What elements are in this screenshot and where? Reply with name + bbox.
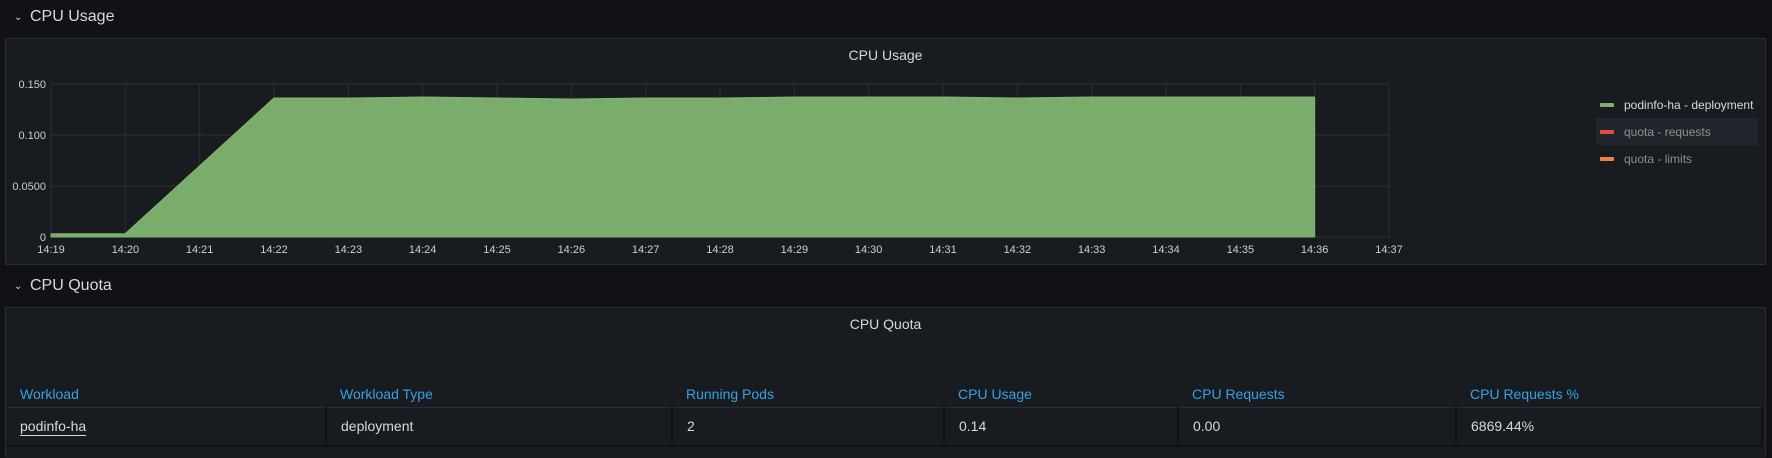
legend-label: quota - limits (1624, 151, 1693, 166)
x-tick-label: 14:19 (37, 244, 65, 256)
x-tick-label: 14:25 (483, 244, 511, 256)
legend-swatch (1600, 156, 1614, 161)
x-tick-label: 14:34 (1152, 244, 1180, 256)
cpu-quota-table: Workload Workload Type Running Pods CPU … (6, 382, 1763, 447)
cell-cpu-usage: 0.14 (944, 407, 1179, 447)
column-header-cpu-requests-pct[interactable]: CPU Requests % (1456, 382, 1762, 408)
legend-label: podinfo-ha - deployment (1624, 97, 1754, 112)
y-tick-label: 0.0500 (12, 181, 46, 193)
x-tick-label: 14:30 (855, 244, 883, 256)
x-tick-label: 14:37 (1375, 244, 1403, 256)
column-header-workload[interactable]: Workload (6, 382, 326, 408)
row-title-cpu-quota: CPU Quota (30, 277, 112, 294)
y-tick-label: 0 (40, 232, 46, 244)
cell-cpu-requests-pct: 6869.44% (1456, 407, 1763, 447)
row-title-cpu-usage: CPU Usage (30, 8, 115, 25)
cell-workload[interactable]: podinfo-ha (6, 407, 327, 447)
legend-item-quota-requests[interactable]: quota - requests (1596, 118, 1758, 145)
x-tick-label: 14:21 (186, 244, 214, 256)
table-row: podinfo-ha deployment 2 0.14 0.00 6869.4… (6, 407, 1763, 447)
x-tick-label: 14:36 (1301, 244, 1329, 256)
cpu-usage-panel: CPU Usage 14:19 14:20 14:21 14:22 14:23 14:24… (5, 38, 1766, 265)
chevron-down-icon: ⌄ (14, 280, 23, 292)
x-tick-label: 14:35 (1227, 244, 1255, 256)
x-tick-label: 14:33 (1078, 244, 1106, 256)
legend-item-quota-limits[interactable]: quota - limits (1596, 145, 1758, 172)
column-header-cpu-usage[interactable]: CPU Usage (944, 382, 1178, 408)
x-tick-label: 14:28 (706, 244, 734, 256)
workload-link[interactable]: podinfo-ha (20, 418, 86, 434)
x-tick-label: 14:29 (781, 244, 809, 256)
x-tick-label: 14:24 (409, 244, 437, 256)
panel-title[interactable]: CPU Quota (6, 316, 1765, 332)
row-toggle-cpu-quota[interactable]: ⌄ CPU Quota (14, 271, 112, 301)
x-tick-label: 14:23 (335, 244, 363, 256)
cpu-usage-chart[interactable]: 14:19 14:20 14:21 14:22 14:23 14:24 14:25 14:26… (6, 39, 1586, 266)
legend-swatch (1600, 102, 1614, 107)
cell-running-pods: 2 (672, 407, 945, 447)
legend-label: quota - requests (1624, 124, 1711, 139)
y-tick-label: 0.100 (18, 130, 46, 142)
x-tick-label: 14:22 (260, 244, 288, 256)
column-header-workload-type[interactable]: Workload Type (326, 382, 672, 408)
chart-legend: podinfo-ha - deployment quota - requests… (1596, 91, 1758, 172)
x-tick-label: 14:20 (112, 244, 140, 256)
table-header-row: Workload Workload Type Running Pods CPU … (6, 382, 1762, 408)
cell-workload-type: deployment (326, 407, 673, 447)
y-tick-label: 0.150 (18, 79, 46, 91)
legend-item-podinfo-ha-deployment[interactable]: podinfo-ha - deployment (1596, 91, 1758, 118)
x-tick-label: 14:31 (929, 244, 957, 256)
series-area (50, 96, 1316, 238)
x-tick-label: 14:32 (1004, 244, 1032, 256)
column-header-running-pods[interactable]: Running Pods (672, 382, 944, 408)
row-toggle-cpu-usage[interactable]: ⌄ CPU Usage (14, 2, 114, 32)
column-header-cpu-requests[interactable]: CPU Requests (1178, 382, 1456, 408)
chevron-down-icon: ⌄ (14, 11, 23, 23)
cell-cpu-requests: 0.00 (1178, 407, 1457, 447)
legend-swatch (1600, 129, 1614, 134)
x-tick-label: 14:26 (558, 244, 586, 256)
x-tick-label: 14:27 (632, 244, 660, 256)
